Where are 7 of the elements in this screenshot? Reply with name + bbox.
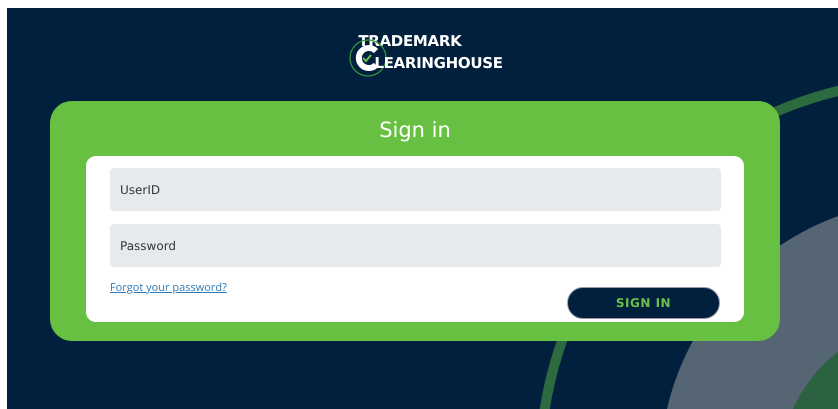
logo-text: LEARINGHOUSE — [374, 54, 503, 72]
forgot-password-link[interactable]: Forgot your password? — [110, 280, 227, 295]
logo-text: TRADEMARK — [358, 32, 462, 50]
userid-field[interactable]: UserID — [110, 168, 721, 211]
sign-in-button[interactable]: SIGN IN — [567, 287, 720, 319]
password-field[interactable]: Password — [110, 224, 721, 267]
card-title: Sign in — [378, 117, 452, 144]
